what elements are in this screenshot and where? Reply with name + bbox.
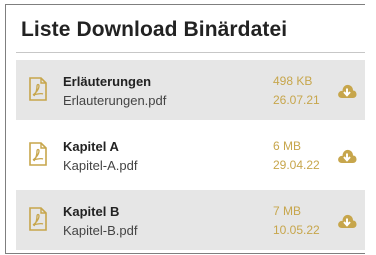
file-size: 498 KB (273, 74, 313, 88)
file-date: 26.07.21 (273, 93, 320, 107)
file-size: 6 MB (273, 139, 302, 153)
file-title[interactable]: Kapitel A (63, 139, 119, 154)
file-title[interactable]: Erläuterungen (63, 74, 151, 89)
file-name: Kapitel-A.pdf (63, 158, 138, 173)
file-list: Erläuterungen Erlauterungen.pdf 498 KB 2… (16, 60, 365, 255)
file-date: 29.04.22 (273, 158, 320, 172)
cloud-download-icon[interactable] (337, 83, 357, 99)
file-title[interactable]: Kapitel B (63, 204, 119, 219)
file-name: Erlauterungen.pdf (63, 93, 167, 108)
file-size: 7 MB (273, 204, 302, 218)
cloud-download-icon[interactable] (337, 148, 357, 164)
title-divider (16, 52, 365, 53)
file-date: 10.05.22 (273, 223, 320, 237)
file-row[interactable]: Erläuterungen Erlauterungen.pdf 498 KB 2… (16, 60, 365, 120)
cloud-download-icon[interactable] (337, 213, 357, 229)
pdf-file-icon (29, 142, 47, 166)
download-list-panel: Liste Download Binärdatei Erläuterungen … (5, 4, 365, 254)
panel-title: Liste Download Binärdatei (21, 18, 288, 41)
pdf-file-icon (29, 77, 47, 101)
file-name: Kapitel-B.pdf (63, 223, 138, 238)
file-row[interactable]: Kapitel B Kapitel-B.pdf 7 MB 10.05.22 (16, 190, 365, 250)
file-row[interactable]: Kapitel A Kapitel-A.pdf 6 MB 29.04.22 (16, 125, 365, 185)
pdf-file-icon (29, 207, 47, 231)
